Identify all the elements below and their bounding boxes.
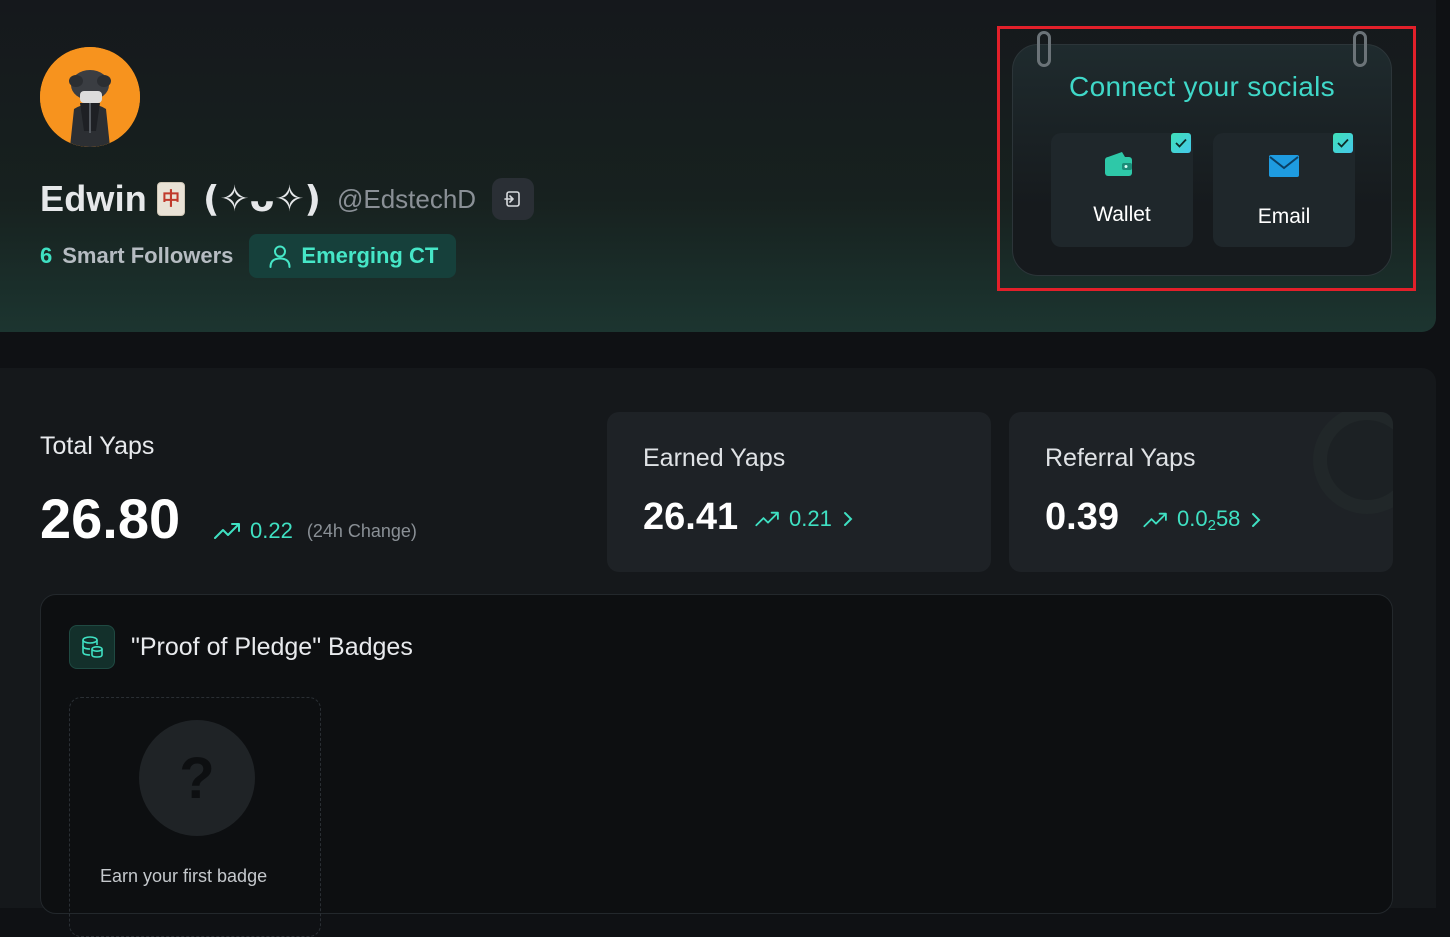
total-yaps-value: 26.80 — [40, 487, 181, 550]
logout-button[interactable] — [492, 178, 535, 220]
followers-row: 6 Smart Followers Emerging CT — [40, 234, 457, 278]
referral-yaps-value: 0.39 — [1045, 496, 1119, 538]
display-name: Edwin — [40, 178, 147, 219]
badge-placeholder: ? Earn your first badge — [69, 697, 321, 937]
earned-change-value: 0.21 — [789, 506, 832, 531]
smart-followers-count: 6 — [40, 243, 53, 268]
tier-badge[interactable]: Emerging CT — [249, 234, 457, 278]
highlight-box — [997, 26, 1416, 291]
referral-yaps-card[interactable]: Referral Yaps 0.39 0.0258 — [1009, 412, 1393, 572]
badges-title: "Proof of Pledge" Badges — [131, 633, 413, 661]
trend-up-icon — [1143, 512, 1167, 528]
kaomoji: (✧ᴗ✧) — [203, 178, 321, 220]
smart-followers-label: Smart Followers — [62, 243, 234, 268]
total-yaps-label: Total Yaps — [40, 432, 155, 460]
earned-yaps-label: Earned Yaps — [643, 444, 786, 472]
handle[interactable]: @EdstechD — [337, 184, 476, 215]
referral-watermark-icon — [1313, 412, 1393, 514]
referral-yaps-change: 0.0258 — [1143, 506, 1262, 534]
badges-card: "Proof of Pledge" Badges ? Earn your fir… — [40, 594, 1393, 937]
mahjong-emoji-icon: 中 — [157, 182, 185, 216]
avatar[interactable] — [40, 47, 140, 147]
logout-icon — [504, 191, 520, 207]
referral-yaps-label: Referral Yaps — [1045, 444, 1196, 472]
total-yaps-change: 0.22 (24h Change) — [214, 518, 417, 544]
name-row: Edwin 中 (✧ᴗ✧) @EdstechD — [40, 176, 535, 222]
user-icon — [269, 245, 291, 268]
total-change-value: 0.22 — [250, 518, 293, 543]
database-icon — [69, 625, 115, 669]
question-mark-icon: ? — [139, 720, 255, 836]
change-period-note: (24h Change) — [306, 520, 417, 541]
badge-empty-text: Earn your first badge — [100, 866, 268, 886]
chevron-right-icon[interactable] — [1250, 512, 1262, 528]
referral-change-value: 0.0258 — [1177, 506, 1241, 534]
tier-label: Emerging CT — [301, 243, 439, 268]
earned-yaps-value: 26.41 — [643, 496, 739, 538]
trend-up-icon — [214, 523, 240, 539]
avatar-image — [40, 47, 140, 147]
chevron-right-icon[interactable] — [842, 511, 854, 527]
earned-yaps-change: 0.21 — [755, 506, 854, 532]
trend-up-icon — [755, 511, 779, 527]
earned-yaps-card[interactable]: Earned Yaps 26.41 0.21 — [607, 412, 991, 572]
